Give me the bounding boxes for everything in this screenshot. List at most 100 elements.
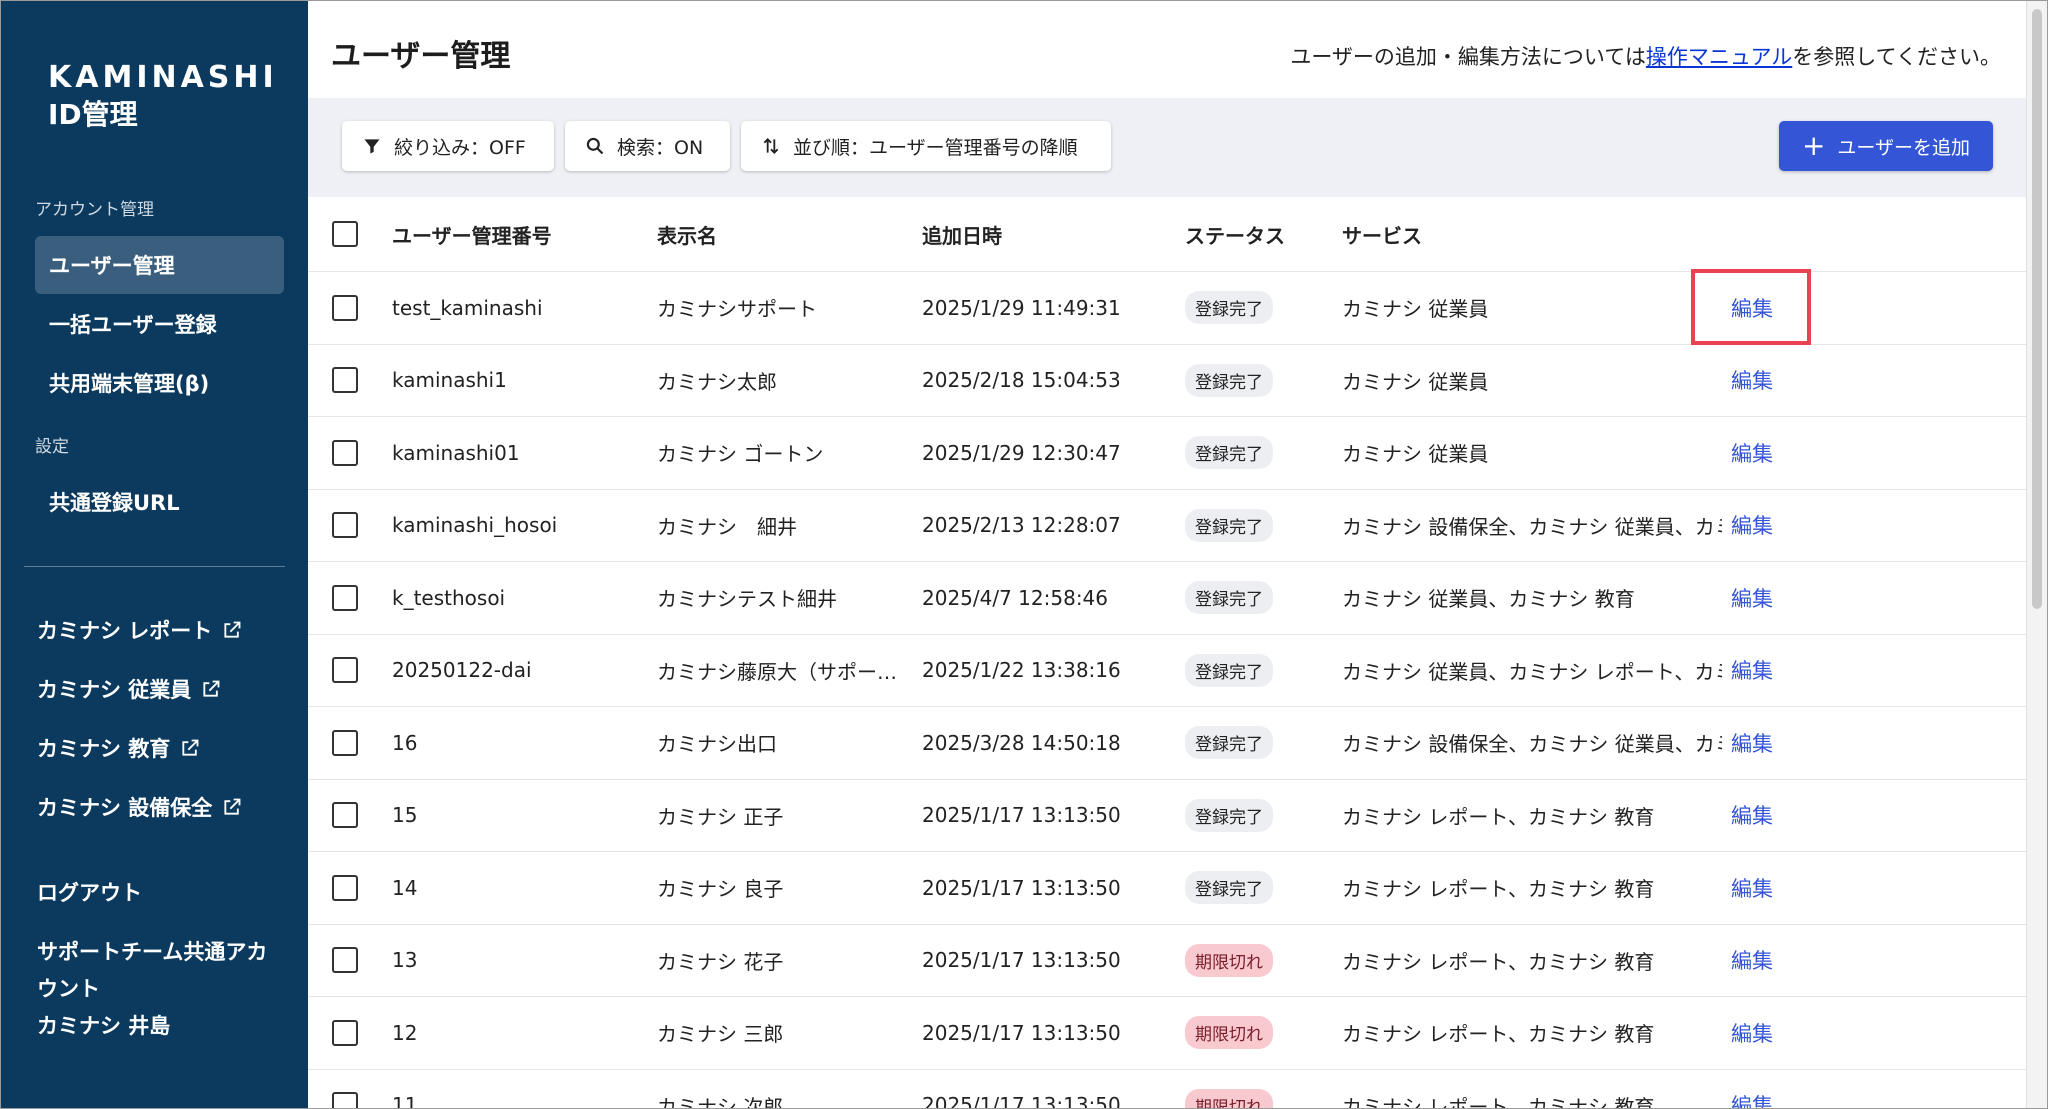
cell-added-date: 2025/1/22 13:38:16 bbox=[922, 658, 1121, 683]
status-badge: 登録完了 bbox=[1185, 653, 1273, 687]
account-name-line1: サポートチーム共通アカ bbox=[37, 940, 268, 964]
status-badge: 期限切れ bbox=[1185, 943, 1273, 977]
cell-status: 登録完了 bbox=[1185, 780, 1325, 852]
row-checkbox[interactable] bbox=[332, 439, 358, 466]
account-name-line2: ウント bbox=[37, 977, 100, 1001]
add-user-button[interactable]: + ユーザーを追加 bbox=[1779, 121, 1993, 171]
external-link-report[interactable]: カミナシ レポート bbox=[37, 615, 242, 645]
row-checkbox[interactable] bbox=[332, 367, 358, 394]
status-badge: 登録完了 bbox=[1185, 508, 1273, 542]
row-checkbox[interactable] bbox=[332, 657, 358, 684]
page-header: ユーザー管理 ユーザーの追加・編集方法については操作マニュアルを参照してください… bbox=[308, 1, 2028, 98]
table-row: kaminashi01 カミナシ ゴートン 2025/1/29 12:30:47 登録… bbox=[308, 417, 2028, 490]
sidebar-item-bulk-register[interactable]: 一括ユーザー登録 bbox=[35, 295, 284, 353]
edit-link[interactable]: 編集 bbox=[1731, 925, 1791, 997]
status-badge: 期限切れ bbox=[1185, 1088, 1273, 1108]
manual-link[interactable]: 操作マニュアル bbox=[1646, 45, 1792, 69]
cell-added-date: 2025/1/17 13:13:50 bbox=[922, 1093, 1121, 1109]
help-prefix: ユーザーの追加・編集方法については bbox=[1290, 45, 1646, 69]
sidebar-item-common-url[interactable]: 共通登録URL bbox=[35, 473, 284, 531]
column-header-status[interactable]: ステータス bbox=[1185, 197, 1325, 271]
main-content: ユーザー管理 ユーザーの追加・編集方法については操作マニュアルを参照してください… bbox=[308, 1, 2028, 1109]
cell-status: 登録完了 bbox=[1185, 852, 1325, 924]
row-checkbox[interactable] bbox=[332, 1019, 358, 1046]
row-checkbox[interactable] bbox=[332, 294, 358, 321]
sidebar-item-shared-devices[interactable]: 共用端末管理(β) bbox=[35, 354, 284, 412]
edit-link[interactable]: 編集 bbox=[1731, 852, 1791, 924]
page-title: ユーザー管理 bbox=[331, 39, 511, 74]
cell-status: 期限切れ bbox=[1185, 1070, 1325, 1108]
cell-status: 登録完了 bbox=[1185, 490, 1325, 562]
sidebar-item-user-management[interactable]: ユーザー管理 bbox=[35, 236, 284, 294]
search-button[interactable]: 検索：ON bbox=[565, 121, 730, 171]
cell-service: カミナシ 設備保全、カミナシ 従業員、カミ bbox=[1342, 514, 1722, 539]
column-header-date[interactable]: 追加日時 bbox=[922, 197, 1172, 271]
table-row: 13 カミナシ 花子 2025/1/17 13:13:50 期限切れ カミナシ レポート… bbox=[308, 925, 2028, 997]
edit-link[interactable]: 編集 bbox=[1731, 780, 1791, 852]
cell-service: カミナシ レポート、カミナシ 教育 bbox=[1342, 949, 1655, 974]
row-checkbox[interactable] bbox=[332, 1092, 358, 1108]
scrollbar-thumb[interactable] bbox=[2032, 9, 2042, 609]
column-header-service[interactable]: サービス bbox=[1342, 197, 1722, 271]
external-link-icon bbox=[224, 621, 241, 638]
status-badge: 登録完了 bbox=[1185, 291, 1273, 325]
row-checkbox[interactable] bbox=[332, 947, 358, 974]
logo-wordmark: KAMINASHI bbox=[48, 60, 278, 95]
row-checkbox[interactable] bbox=[332, 512, 358, 539]
edit-link[interactable]: 編集 bbox=[1731, 635, 1791, 707]
select-all-checkbox[interactable] bbox=[332, 221, 358, 247]
cell-user-id: kaminashi01 bbox=[392, 440, 520, 465]
cell-display-name: カミナシ ゴートン bbox=[657, 442, 824, 467]
table-row: 16 カミナシ出口 2025/3/28 14:50:18 登録完了 カミナシ 設備保全、… bbox=[308, 707, 2028, 780]
cell-status: 登録完了 bbox=[1185, 417, 1325, 489]
external-link-icon bbox=[203, 680, 220, 697]
plus-icon: + bbox=[1801, 129, 1826, 162]
cell-display-name: カミナシ 花子 bbox=[657, 949, 784, 974]
logo: KAMINASHI ID管理 bbox=[48, 59, 278, 133]
column-header-name[interactable]: 表示名 bbox=[657, 197, 907, 271]
cell-added-date: 2025/4/7 12:58:46 bbox=[922, 585, 1109, 610]
external-link-maintenance[interactable]: カミナシ 設備保全 bbox=[37, 792, 242, 822]
edit-link[interactable]: 編集 bbox=[1731, 417, 1791, 489]
search-button-label: 検索：ON bbox=[617, 136, 704, 159]
account-user-name: カミナシ 井島 bbox=[37, 1014, 171, 1038]
edit-link[interactable]: 編集 bbox=[1731, 562, 1791, 634]
status-badge: 登録完了 bbox=[1185, 871, 1273, 905]
help-suffix: を参照してください。 bbox=[1792, 45, 2001, 69]
row-checkbox[interactable] bbox=[332, 729, 358, 756]
cell-display-name: カミナシ太郎 bbox=[657, 369, 777, 394]
status-badge: 登録完了 bbox=[1185, 581, 1273, 615]
cell-display-name: カミナシ 正子 bbox=[657, 804, 784, 829]
cell-service: カミナシ 従業員 bbox=[1342, 442, 1489, 467]
external-link-icon bbox=[224, 798, 241, 815]
row-checkbox[interactable] bbox=[332, 802, 358, 829]
external-link-label: カミナシ レポート bbox=[37, 619, 213, 643]
logout-link[interactable]: ログアウト bbox=[37, 875, 142, 912]
edit-link[interactable]: 編集 bbox=[1731, 345, 1791, 417]
cell-user-id: kaminashi1 bbox=[392, 368, 507, 393]
sort-button[interactable]: 並び順：ユーザー管理番号の降順 bbox=[741, 121, 1111, 171]
edit-link[interactable]: 編集 bbox=[1731, 490, 1791, 562]
external-link-employee[interactable]: カミナシ 従業員 bbox=[37, 674, 221, 704]
column-header-id[interactable]: ユーザー管理番号 bbox=[392, 197, 642, 271]
external-link-education[interactable]: カミナシ 教育 bbox=[37, 733, 200, 763]
external-link-label: カミナシ 設備保全 bbox=[37, 796, 213, 820]
table-header-row: ユーザー管理番号 表示名 追加日時 ステータス サービス bbox=[308, 197, 2028, 272]
edit-link[interactable]: 編集 bbox=[1731, 707, 1791, 779]
cell-status: 期限切れ bbox=[1185, 925, 1325, 997]
edit-link[interactable]: 編集 bbox=[1731, 1070, 1791, 1108]
status-badge: 期限切れ bbox=[1185, 1016, 1273, 1050]
cell-display-name: カミナシサポート bbox=[657, 297, 817, 322]
row-checkbox[interactable] bbox=[332, 584, 358, 611]
vertical-scrollbar[interactable] bbox=[2026, 1, 2047, 1108]
filter-button[interactable]: 絞り込み：OFF bbox=[342, 121, 554, 171]
cell-user-id: 11 bbox=[392, 1093, 418, 1109]
table-row: 20250122-dai カミナシ藤原大（サポー… 2025/1/22 13:38:… bbox=[308, 635, 2028, 707]
cell-added-date: 2025/2/18 15:04:53 bbox=[922, 368, 1121, 393]
table-row: kaminashi1 カミナシ太郎 2025/2/18 15:04:53 登録完了 カミ… bbox=[308, 345, 2028, 417]
status-badge: 登録完了 bbox=[1185, 726, 1273, 760]
cell-user-id: kaminashi_hosoi bbox=[392, 513, 558, 538]
cell-service: カミナシ 従業員、カミナシ 教育 bbox=[1342, 587, 1635, 612]
row-checkbox[interactable] bbox=[332, 874, 358, 901]
edit-link[interactable]: 編集 bbox=[1731, 997, 1791, 1069]
